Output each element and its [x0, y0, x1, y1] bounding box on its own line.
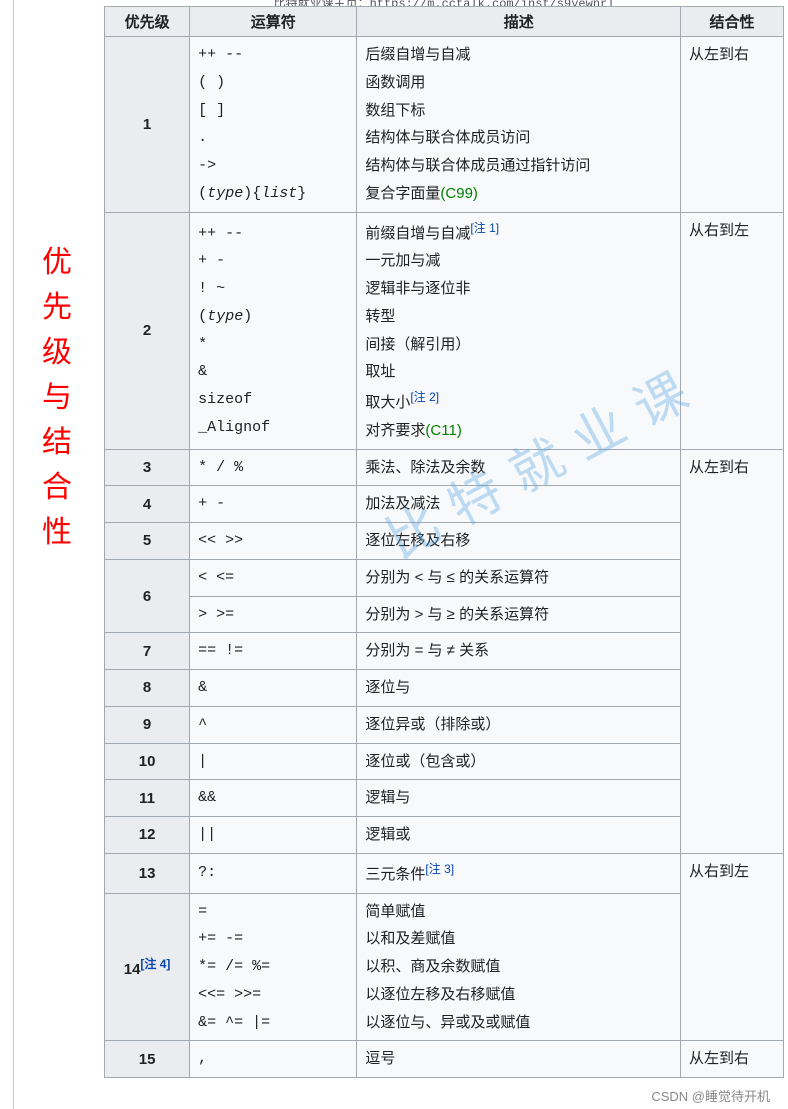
main-area: 优 先 级 与 结 合 性 比特就业课主页：https://m.cctalk.c… [14, 0, 788, 1109]
operator-cell: + - [190, 486, 357, 523]
precedence-cell: 4 [105, 486, 190, 523]
table-row: 13 ?: 三元条件[注 3] 从右到左 [105, 853, 784, 893]
precedence-cell: 15 [105, 1041, 190, 1078]
operator-cell: && [190, 780, 357, 817]
note-link[interactable]: [注 4] [140, 957, 170, 971]
operator-cell: > >= [190, 596, 357, 633]
description-cell: 逐位或（包含或） [357, 743, 681, 780]
description-cell: 分别为 = 与 ≠ 关系 [357, 633, 681, 670]
operator-precedence-table: 优先级 运算符 描述 结合性 1 ++ -- ( ) [ ] [104, 6, 784, 1078]
operator-cell: == != [190, 633, 357, 670]
footer-attribution: CSDN @睡觉待开机 [104, 1078, 784, 1109]
description-cell: 三元条件[注 3] [357, 853, 681, 893]
associativity-cell: 从右到左 [681, 212, 784, 449]
precedence-cell: 12 [105, 817, 190, 854]
side-title-char: 结 [42, 420, 104, 465]
description-cell: 逗号 [357, 1041, 681, 1078]
precedence-cell: 14[注 4] [105, 893, 190, 1041]
description-cell: 分别为 > 与 ≥ 的关系运算符 [357, 596, 681, 633]
description-cell: 逐位左移及右移 [357, 523, 681, 560]
col-header-operator: 运算符 [190, 7, 357, 37]
description-cell: 前缀自增与自减[注 1] 一元加与减 逻辑非与逐位非 转型 间接（解引用） 取址… [357, 212, 681, 449]
side-title-char: 先 [42, 285, 104, 330]
description-cell: 乘法、除法及余数 [357, 449, 681, 486]
precedence-cell: 2 [105, 212, 190, 449]
side-title-char: 合 [42, 465, 104, 510]
associativity-cell: 从左到右 [681, 449, 784, 853]
col-header-precedence: 优先级 [105, 7, 190, 37]
description-cell: 逐位异或（排除或） [357, 706, 681, 743]
precedence-cell: 8 [105, 670, 190, 707]
operator-cell: & [190, 670, 357, 707]
operator-cell: ?: [190, 853, 357, 893]
side-title-char: 与 [42, 375, 104, 420]
precedence-cell: 11 [105, 780, 190, 817]
operator-cell: < <= [190, 559, 357, 596]
side-title-char: 级 [42, 330, 104, 375]
precedence-cell: 9 [105, 706, 190, 743]
operator-cell: ++ -- + - ! ~ (type) * & sizeof _Alignof [190, 212, 357, 449]
description-cell: 简单赋值 以和及差赋值 以积、商及余数赋值 以逐位左移及右移赋值 以逐位与、异或… [357, 893, 681, 1041]
side-title: 优 先 级 与 结 合 性 [14, 0, 104, 555]
precedence-cell: 6 [105, 559, 190, 633]
operator-cell: ++ -- ( ) [ ] . -> (type){list} [190, 37, 357, 213]
table-wrap: 比特就业课主页：https://m.cctalk.com/inst/s9yewn… [104, 0, 788, 1109]
operator-cell: << >> [190, 523, 357, 560]
note-link[interactable]: [注 2] [410, 390, 439, 404]
operator-cell: * / % [190, 449, 357, 486]
description-cell: 分别为 < 与 ≤ 的关系运算符 [357, 559, 681, 596]
operator-cell: ^ [190, 706, 357, 743]
table-row: 15 , 逗号 从左到右 [105, 1041, 784, 1078]
associativity-cell: 从左到右 [681, 37, 784, 213]
side-title-char: 性 [42, 510, 104, 555]
precedence-cell: 5 [105, 523, 190, 560]
description-cell: 逻辑或 [357, 817, 681, 854]
note-link[interactable]: [注 1] [470, 221, 499, 235]
operator-cell: || [190, 817, 357, 854]
associativity-cell: 从右到左 [681, 853, 784, 1041]
description-cell: 逻辑与 [357, 780, 681, 817]
note-link[interactable]: [注 3] [425, 862, 454, 876]
side-title-char: 优 [42, 240, 104, 285]
precedence-cell: 7 [105, 633, 190, 670]
description-cell: 逐位与 [357, 670, 681, 707]
table-row: 1 ++ -- ( ) [ ] . -> (type){list} 后缀自增与自… [105, 37, 784, 213]
description-cell: 后缀自增与自减 函数调用 数组下标 结构体与联合体成员访问 结构体与联合体成员通… [357, 37, 681, 213]
table-row: 2 ++ -- + - ! ~ (type) * & sizeof _Align… [105, 212, 784, 449]
description-cell: 加法及减法 [357, 486, 681, 523]
col-header-description: 描述 [357, 7, 681, 37]
precedence-cell: 3 [105, 449, 190, 486]
precedence-cell: 1 [105, 37, 190, 213]
operator-cell: , [190, 1041, 357, 1078]
precedence-cell: 10 [105, 743, 190, 780]
table-row: 3 * / % 乘法、除法及余数 从左到右 [105, 449, 784, 486]
left-margin-strip [0, 0, 14, 1109]
table-header-row: 优先级 运算符 描述 结合性 [105, 7, 784, 37]
operator-cell: | [190, 743, 357, 780]
operator-cell: = += -= *= /= %= <<= >>= &= ^= |= [190, 893, 357, 1041]
col-header-associativity: 结合性 [681, 7, 784, 37]
page-root: 优 先 级 与 结 合 性 比特就业课主页：https://m.cctalk.c… [0, 0, 788, 1109]
precedence-cell: 13 [105, 853, 190, 893]
associativity-cell: 从左到右 [681, 1041, 784, 1078]
